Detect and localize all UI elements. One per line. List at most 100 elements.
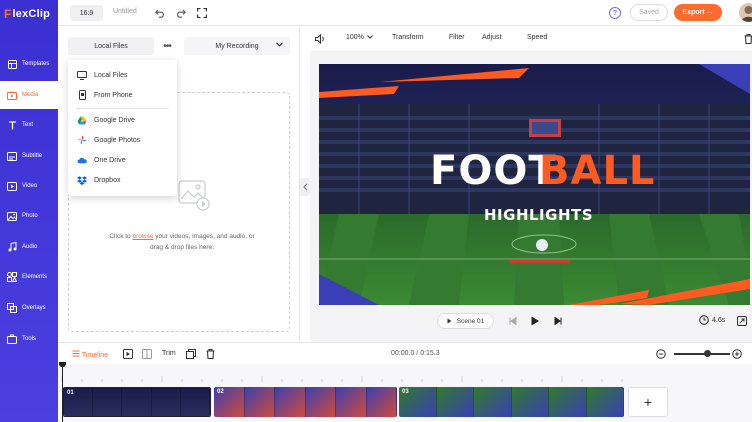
timeline-zoom-slider[interactable]: [674, 353, 730, 355]
transform-button[interactable]: Transform: [392, 34, 424, 41]
menu-item-label: One Drive: [94, 156, 126, 164]
sidebar-item-label: Media: [22, 92, 39, 98]
sidebar-item-text[interactable]: Text: [0, 111, 58, 139]
dropzone-text-before: Click to: [109, 233, 133, 240]
filter-button[interactable]: Filter: [449, 34, 465, 41]
export-button[interactable]: Export →: [674, 4, 722, 21]
google-photos-icon: [77, 135, 87, 145]
zoom-dropdown[interactable]: 100%: [346, 34, 373, 41]
volume-icon[interactable]: [314, 33, 326, 45]
saved-button[interactable]: Saved: [630, 4, 668, 21]
fullscreen-icon[interactable]: [196, 7, 208, 19]
sidebar-item-tools[interactable]: Tools: [0, 325, 58, 353]
duplicate-icon[interactable]: [185, 348, 197, 360]
zoom-slider-handle[interactable]: [704, 350, 712, 357]
menu-item-google-photos[interactable]: Google Photos: [68, 131, 177, 149]
scene-duration[interactable]: 4.6s: [699, 315, 725, 325]
logo-initial: F: [4, 7, 12, 21]
logo-text: lexClip: [12, 8, 50, 20]
menu-item-label: Dropbox: [94, 176, 121, 184]
add-clip-button[interactable]: +: [628, 387, 668, 417]
sidebar-item-video[interactable]: Video: [0, 172, 58, 200]
menu-item-label: Google Drive: [94, 116, 135, 124]
menu-item-local-files[interactable]: Local Files: [68, 66, 177, 84]
menu-item-one-drive[interactable]: One Drive: [68, 151, 177, 169]
clip-number: 03: [402, 389, 409, 395]
trim-button[interactable]: Trim: [162, 350, 176, 357]
clip-number: 02: [217, 389, 224, 395]
sidebar-item-label: Overlays: [22, 305, 46, 311]
zoom-value: 100%: [346, 34, 364, 41]
title-ball-text: BALL: [539, 148, 656, 194]
video-preview[interactable]: FOOT BALL HIGHLIGHTS: [319, 64, 750, 305]
duration-value: 4.6s: [712, 316, 726, 324]
add-scene-icon[interactable]: [122, 348, 134, 360]
local-files-tab[interactable]: Local Files: [68, 37, 154, 55]
scene-number: 01: [477, 317, 485, 325]
next-scene-icon[interactable]: [552, 315, 564, 327]
my-recording-tab[interactable]: My Recording: [184, 37, 290, 55]
chevron-down-icon: [276, 42, 283, 49]
collapse-panel-button[interactable]: [300, 178, 310, 196]
undo-icon[interactable]: [154, 7, 166, 19]
menu-item-google-drive[interactable]: Google Drive: [68, 111, 177, 129]
editor-root: FlexClip Templates Media Text Subtitle V…: [0, 0, 752, 422]
redo-icon[interactable]: [174, 7, 186, 19]
menu-divider: [76, 108, 169, 109]
sidebar-item-subtitle[interactable]: Subtitle: [0, 142, 58, 170]
app-logo[interactable]: FlexClip: [4, 7, 50, 21]
sidebar-item-label: Tools: [22, 336, 37, 342]
monitor-icon: [77, 70, 87, 80]
top-bar: 16:9 Untitled ? Saved Export →: [58, 0, 752, 26]
google-drive-icon: [77, 115, 87, 125]
timeline-clip-03[interactable]: 03: [399, 387, 624, 417]
subtitle-icon: [7, 151, 17, 161]
timeline-toolbar: Timeline Trim 00:00.0 / 0:15.3: [58, 342, 752, 364]
video-icon: [7, 181, 17, 191]
timeline-toggle[interactable]: Timeline: [72, 350, 108, 359]
sidebar-item-label: Templates: [22, 61, 50, 67]
previous-scene-icon[interactable]: [507, 315, 519, 327]
elements-icon: [7, 272, 17, 282]
highlights-subtitle: HIGHLIGHTS: [484, 206, 594, 224]
project-title[interactable]: Untitled: [113, 8, 137, 15]
sidebar-item-label: Subtitle: [22, 153, 43, 159]
aspect-ratio-button[interactable]: 16:9: [70, 5, 103, 21]
delete-icon[interactable]: [742, 33, 752, 45]
menu-item-label: From Phone: [94, 91, 133, 99]
timeline-icon: [72, 350, 80, 357]
sidebar-item-audio[interactable]: Audio: [0, 233, 58, 261]
sidebar-item-overlays[interactable]: Overlays: [0, 294, 58, 322]
media-icon: [7, 90, 17, 100]
timeline-clip-02[interactable]: 02: [214, 387, 397, 417]
upload-illustration-icon: [178, 180, 210, 211]
menu-item-from-phone[interactable]: From Phone: [68, 86, 177, 104]
user-avatar[interactable]: [739, 3, 752, 22]
sidebar-item-templates[interactable]: Templates: [0, 50, 58, 78]
zoom-in-icon[interactable]: [731, 348, 743, 360]
timeline-clip-01[interactable]: 01: [63, 387, 211, 417]
more-options-icon[interactable]: •••: [158, 37, 176, 55]
zoom-out-icon[interactable]: [655, 348, 667, 360]
speed-button[interactable]: Speed: [527, 34, 547, 41]
sidebar-item-label: Text: [22, 122, 34, 128]
menu-item-label: Google Photos: [94, 136, 141, 144]
menu-item-dropbox[interactable]: Dropbox: [68, 171, 177, 189]
scene-label: Scene: [456, 317, 476, 325]
play-button-icon[interactable]: [529, 315, 541, 327]
sidebar-item-label: Photo: [22, 213, 38, 219]
delete-scene-icon[interactable]: [204, 348, 216, 360]
browse-link[interactable]: browse: [132, 233, 153, 240]
scene-selector[interactable]: Scene 01: [437, 313, 494, 329]
sidebar-item-photo[interactable]: Photo: [0, 202, 58, 230]
expand-preview-icon[interactable]: [736, 315, 748, 327]
help-icon[interactable]: ?: [609, 7, 621, 19]
sidebar-item-elements[interactable]: Elements: [0, 263, 58, 291]
chevron-down-icon: [367, 35, 373, 39]
sidebar-item-media[interactable]: Media: [0, 81, 58, 109]
adjust-button[interactable]: Adjust: [482, 34, 501, 41]
chevron-left-icon: [302, 183, 307, 191]
menu-item-label: Local Files: [94, 71, 128, 79]
split-icon[interactable]: [141, 348, 153, 360]
tools-icon: [7, 334, 17, 344]
